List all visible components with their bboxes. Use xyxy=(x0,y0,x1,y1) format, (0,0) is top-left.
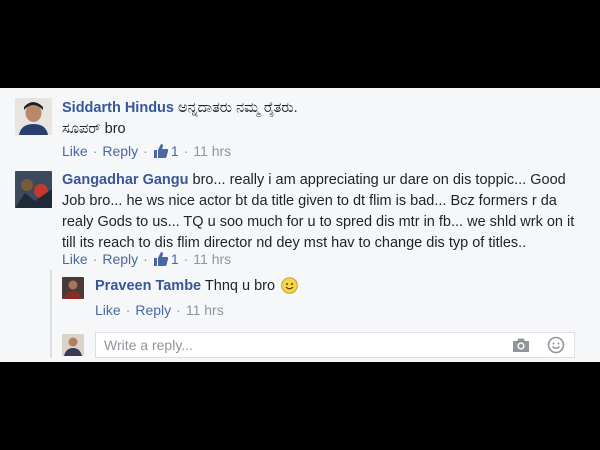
emoji-icon[interactable] xyxy=(547,336,565,359)
separator: · xyxy=(183,143,189,159)
comment-author[interactable]: Gangadhar Gangu xyxy=(62,172,189,188)
thumbs-up-icon xyxy=(153,143,169,162)
reply-link[interactable]: Reply xyxy=(102,251,138,267)
like-link[interactable]: Like xyxy=(62,143,88,159)
person-avatar-icon xyxy=(15,171,52,208)
separator: · xyxy=(92,143,98,159)
avatar xyxy=(62,334,84,356)
comment-text-line: ಸೂಪರ್ bro xyxy=(62,121,126,137)
camera-icon[interactable] xyxy=(511,336,531,359)
like-link[interactable]: Like xyxy=(62,251,88,267)
person-avatar-icon xyxy=(62,334,84,356)
comment-text-line: realy Gods to us... TQ u soo much for u … xyxy=(62,214,575,230)
separator: · xyxy=(92,251,98,267)
timestamp[interactable]: 11 hrs xyxy=(193,143,231,159)
comment-text-line: Job bro... he ws nice actor bt da title … xyxy=(62,193,557,209)
separator: · xyxy=(183,251,189,267)
reply-input[interactable] xyxy=(96,333,512,357)
avatar[interactable] xyxy=(15,171,52,208)
reply-link[interactable]: Reply xyxy=(102,143,138,159)
like-count[interactable]: 1 xyxy=(171,251,179,267)
comment-text: Thnq u bro xyxy=(204,278,276,294)
comment-author[interactable]: Siddarth Hindus xyxy=(62,100,174,116)
thumbs-up-icon xyxy=(153,251,169,270)
avatar[interactable] xyxy=(15,98,52,135)
separator: · xyxy=(125,302,131,318)
separator: · xyxy=(143,143,148,159)
reply-composer[interactable] xyxy=(95,332,575,358)
like-link[interactable]: Like xyxy=(95,302,121,318)
timestamp[interactable]: 11 hrs xyxy=(193,251,231,267)
comments-panel: Siddarth Hindus ಅನ್ನದಾತರು ನಮ್ಮ ರೈತರು. ಸೂ… xyxy=(0,88,600,362)
comment-text: ಅನ್ನದಾತರು ನಮ್ಮ ರೈತರು. xyxy=(178,100,298,116)
separator: · xyxy=(143,251,148,267)
reply-thread-line xyxy=(50,270,52,358)
comment-text-line: till its reach to dis flim director nd d… xyxy=(62,235,527,251)
person-avatar-icon xyxy=(62,277,84,299)
comment-text: bro... really i am appreciating ur dare … xyxy=(192,172,566,188)
smile-emoji-icon xyxy=(281,277,298,301)
separator: · xyxy=(176,302,181,318)
avatar[interactable] xyxy=(62,277,84,299)
person-avatar-icon xyxy=(15,98,52,135)
timestamp[interactable]: 11 hrs xyxy=(186,302,224,318)
reply-link[interactable]: Reply xyxy=(135,302,171,318)
comment-author[interactable]: Praveen Tambe xyxy=(95,278,201,294)
like-count[interactable]: 1 xyxy=(171,143,179,159)
